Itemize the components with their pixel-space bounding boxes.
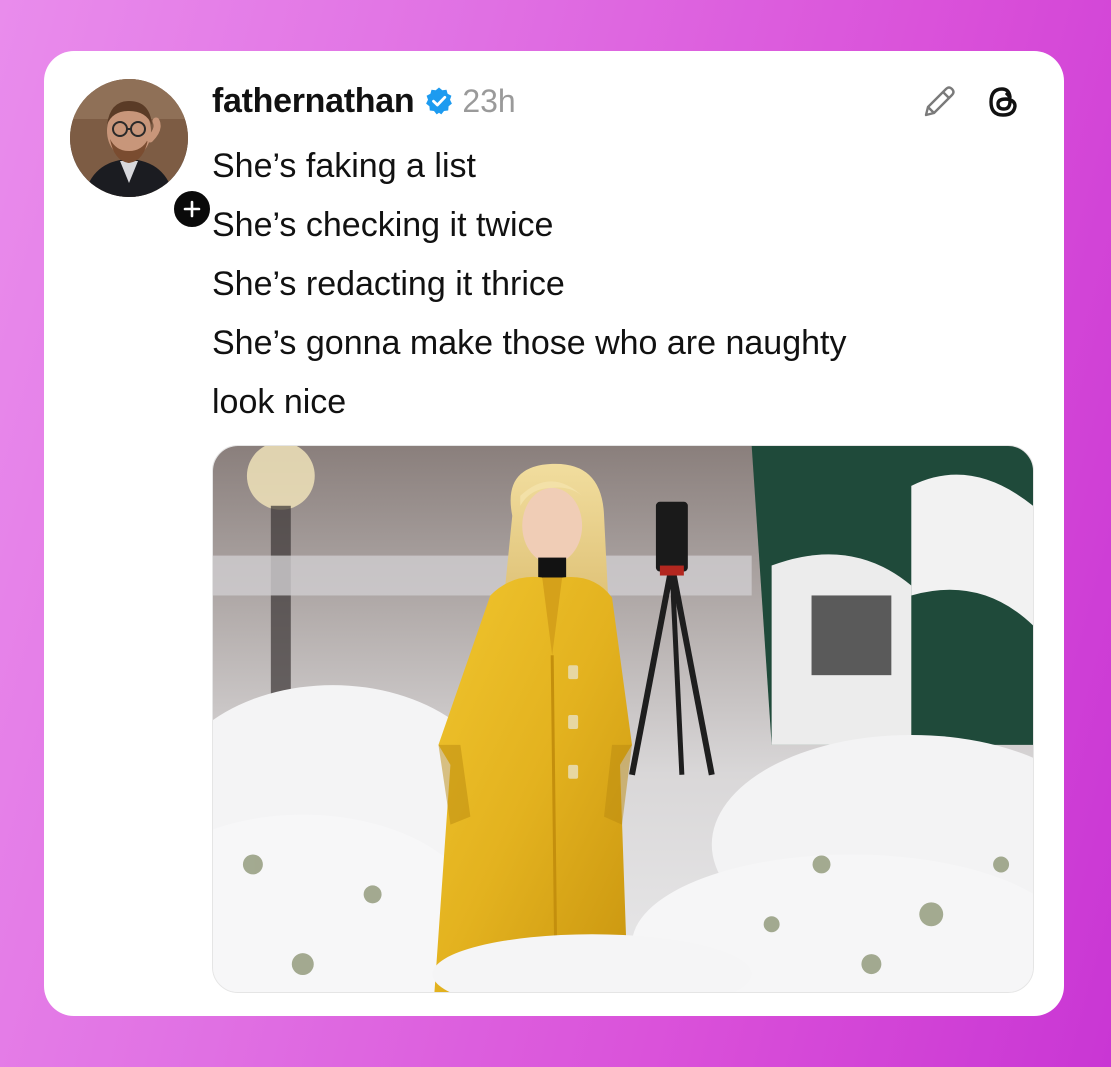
username-link[interactable]: fathernathan — [212, 82, 415, 121]
threads-logo-icon[interactable] — [982, 81, 1024, 123]
post-body: fathernathan 23h She’s faking a list She… — [212, 81, 1024, 432]
post-line: She’s gonna make those who are naughty — [212, 324, 847, 362]
follow-button[interactable] — [170, 187, 214, 231]
pencil-icon[interactable] — [918, 81, 960, 123]
post-timestamp: 23h — [462, 82, 516, 119]
post-header: fathernathan 23h — [212, 81, 1024, 121]
avatar-container[interactable] — [70, 79, 214, 231]
avatar-image — [70, 79, 188, 197]
post-photo — [213, 446, 1033, 992]
header-actions — [918, 81, 1024, 123]
avatar[interactable] — [70, 79, 188, 197]
post-line: She’s redacting it thrice — [212, 265, 565, 303]
plus-icon — [183, 200, 201, 218]
post-card: fathernathan 23h She’s faking a list She… — [44, 51, 1064, 1016]
post-image[interactable] — [212, 445, 1034, 993]
verified-badge-icon — [426, 87, 453, 115]
post-line: look nice — [212, 383, 347, 421]
post-text: She’s faking a list She’s checking it tw… — [212, 137, 1024, 432]
post-line: She’s faking a list — [212, 147, 476, 185]
post-line: She’s checking it twice — [212, 206, 554, 244]
